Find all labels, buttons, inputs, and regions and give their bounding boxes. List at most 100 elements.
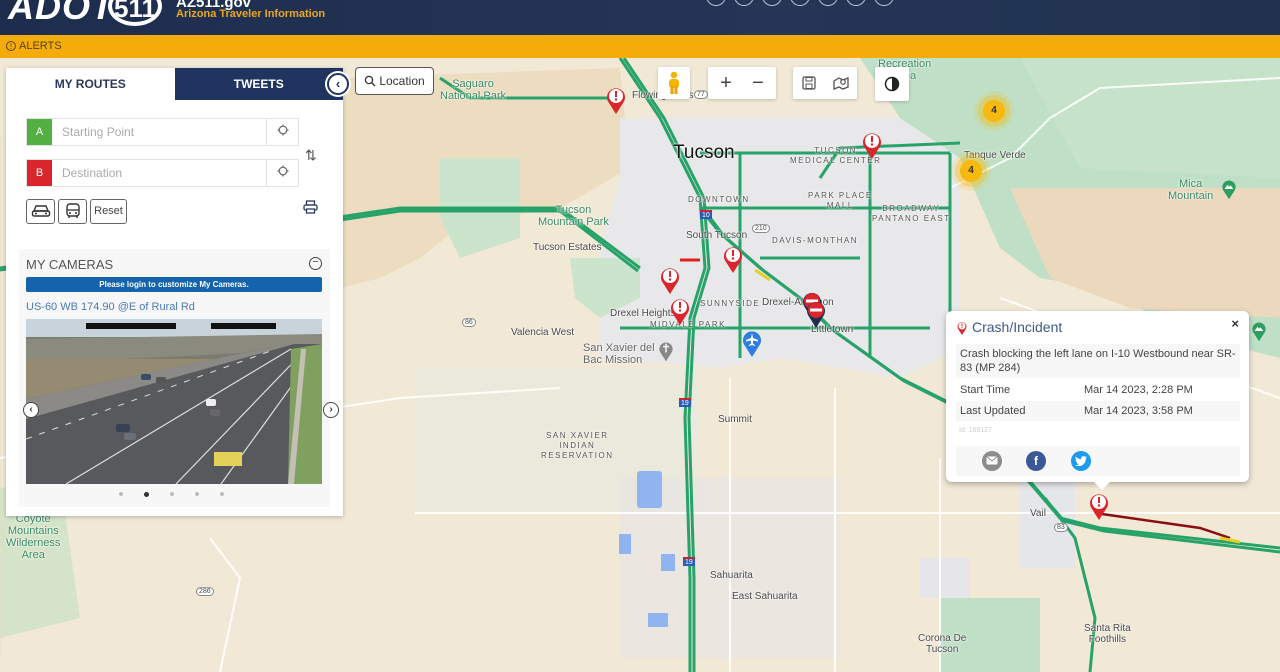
- incident-pin[interactable]: [604, 85, 628, 115]
- print-button[interactable]: [303, 200, 318, 217]
- event-cluster[interactable]: 4: [960, 160, 982, 182]
- transit-mode-button[interactable]: [58, 199, 87, 224]
- reset-button[interactable]: Reset: [90, 199, 127, 224]
- crosshair-icon: [277, 124, 288, 136]
- contrast-toggle-button[interactable]: [875, 67, 909, 101]
- shield-210: 210: [752, 224, 770, 233]
- locate-destination-button[interactable]: [266, 160, 298, 186]
- label-east-sahuarita: East Sahuarita: [732, 591, 798, 602]
- nav-icon[interactable]: [846, 0, 866, 6]
- camera-page-dot[interactable]: [220, 492, 224, 496]
- location-search-button[interactable]: Location: [355, 67, 434, 95]
- popup-event-id: Id: 169127: [959, 427, 993, 434]
- facebook-icon[interactable]: f: [1026, 451, 1046, 471]
- map-tools: [793, 67, 857, 99]
- alerts-bar[interactable]: ! ALERTS: [0, 35, 1280, 58]
- site-header: ADOT 511 AZ511.gov Arizona Traveler Info…: [0, 0, 1280, 35]
- alerts-label: ALERTS: [19, 40, 62, 52]
- label-valencia-west: Valencia West: [511, 327, 574, 338]
- tab-my-routes[interactable]: MY ROUTES: [6, 68, 175, 100]
- location-label: Location: [379, 74, 425, 88]
- zoom-out-button[interactable]: −: [742, 67, 774, 99]
- shield-77: 77: [694, 90, 708, 99]
- incident-pin[interactable]: [860, 130, 884, 160]
- row-key: Start Time: [960, 384, 1011, 396]
- row-value: Mar 14 2023, 3:58 PM: [1084, 405, 1193, 417]
- nav-icon[interactable]: [818, 0, 838, 6]
- label-park-place: PARK PLACE MALL: [808, 191, 873, 210]
- label-broadway-pantano: BROADWAY PANTANO EAST: [872, 204, 951, 223]
- popup-description: Crash blocking the left lane on I-10 Wes…: [956, 344, 1240, 378]
- adot-logo[interactable]: ADOT: [8, 0, 114, 28]
- label-tucson-estates: Tucson Estates: [533, 242, 602, 253]
- street-view-button[interactable]: [658, 67, 690, 99]
- destination-input[interactable]: [52, 160, 266, 186]
- label-san-xavier-mission: San Xavier del Bac Mission: [583, 342, 655, 366]
- row-key: Last Updated: [960, 405, 1026, 417]
- incident-pin[interactable]: [658, 265, 682, 295]
- starting-point-input[interactable]: [52, 119, 266, 145]
- label-summit: Summit: [718, 414, 752, 425]
- nav-icon[interactable]: [734, 0, 754, 6]
- incident-pin[interactable]: [668, 296, 692, 326]
- shield-i19: 19: [679, 398, 691, 407]
- incident-pin[interactable]: [721, 244, 745, 274]
- camera-name-link[interactable]: US-60 WB 174.90 @E of Rural Rd: [26, 301, 195, 313]
- camera-page-dot[interactable]: [195, 492, 199, 496]
- swap-route-icon[interactable]: ⇅: [305, 147, 317, 164]
- shield-i10: 10: [700, 210, 712, 219]
- airport-icon[interactable]: [740, 328, 764, 358]
- chevron-left-icon: ‹: [335, 76, 341, 91]
- info-circle-icon: !: [6, 41, 16, 51]
- minimize-cameras-button[interactable]: −: [309, 257, 322, 270]
- save-view-button[interactable]: [793, 67, 825, 99]
- layers-button[interactable]: [825, 67, 857, 99]
- label-south-tucson: South Tucson: [686, 230, 748, 241]
- camera-next-button[interactable]: ›: [323, 402, 339, 418]
- incident-pin-selected[interactable]: [1087, 491, 1111, 521]
- label-davis-monthan: DAVIS-MONTHAN: [772, 236, 859, 245]
- starting-point-row: A: [26, 118, 299, 146]
- twitter-icon[interactable]: [1071, 451, 1091, 471]
- nav-icon[interactable]: [874, 0, 894, 6]
- print-icon: [303, 200, 318, 214]
- nav-icon[interactable]: [790, 0, 810, 6]
- nav-icon[interactable]: [706, 0, 726, 6]
- event-cluster[interactable]: 4: [983, 100, 1005, 122]
- my-cameras-section: MY CAMERAS − Please login to customize M…: [19, 249, 339, 507]
- mission-icon[interactable]: [657, 340, 675, 362]
- park-icon[interactable]: [1220, 178, 1238, 200]
- shield-286: 286: [196, 587, 214, 596]
- bus-icon: [65, 203, 80, 218]
- search-icon: [365, 75, 376, 87]
- label-drexel-heights: Drexel Heights: [610, 308, 676, 319]
- nav-icon[interactable]: [762, 0, 782, 6]
- zoom-in-button[interactable]: +: [710, 67, 742, 99]
- login-notice[interactable]: Please login to customize My Cameras.: [26, 277, 322, 292]
- park-icon[interactable]: [1250, 320, 1268, 342]
- camera-image[interactable]: [26, 319, 322, 484]
- destination-row: B: [26, 159, 299, 187]
- camera-prev-button[interactable]: ‹: [23, 402, 39, 418]
- camera-page-dot[interactable]: [170, 492, 174, 496]
- email-icon[interactable]: [982, 451, 1002, 471]
- shield-i19-south: 19: [683, 557, 695, 566]
- car-mode-button[interactable]: [26, 199, 55, 224]
- side-panel: MY ROUTES TWEETS ‹ A B ⇅ Reset: [6, 68, 349, 516]
- close-icon[interactable]: ×: [1231, 316, 1239, 331]
- camera-feed: [26, 319, 322, 484]
- label-vail: Vail: [1030, 508, 1046, 519]
- collapse-panel-button[interactable]: ‹: [327, 73, 349, 95]
- tab-tweets[interactable]: TWEETS: [174, 68, 343, 100]
- map[interactable]: Tucson Saguaro National Park Recreation …: [0, 58, 1280, 672]
- 511-logo[interactable]: 511: [108, 0, 162, 26]
- share-bar: f: [956, 446, 1240, 476]
- label-santa-rita-foothills: Santa Rita Foothills: [1084, 623, 1131, 645]
- closure-pin[interactable]: [804, 299, 828, 329]
- label-sahuarita: Sahuarita: [710, 570, 753, 581]
- zoom-controls: + −: [708, 67, 776, 99]
- label-san-xavier-reservation: SAN XAVIER INDIAN RESERVATION: [541, 431, 614, 460]
- locate-start-button[interactable]: [266, 119, 298, 145]
- camera-page-dot[interactable]: [119, 492, 123, 496]
- camera-page-dot-active[interactable]: [144, 492, 149, 497]
